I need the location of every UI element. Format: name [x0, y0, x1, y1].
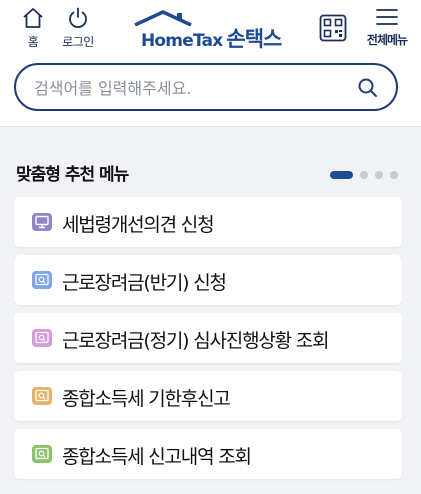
logo-suffix: 손택스 — [226, 27, 282, 51]
menu-card-income-tax-late-filing[interactable]: 종합소득세 기한후신고 — [14, 371, 402, 421]
menu-card-income-tax-history[interactable]: 종합소득세 신고내역 조회 — [14, 429, 402, 479]
search-doc-icon — [32, 271, 52, 289]
qr-code-button[interactable] — [318, 14, 348, 42]
search-bar — [14, 63, 398, 111]
home-label: 홈 — [27, 35, 39, 49]
hometax-logo[interactable]: HomeTax 손택스 — [133, 10, 288, 51]
page-dot[interactable] — [360, 171, 368, 179]
qr-code-icon — [319, 14, 347, 42]
monitor-icon — [32, 213, 52, 231]
page-dot[interactable] — [375, 171, 383, 179]
page-indicator — [330, 171, 398, 179]
login-button[interactable]: 로그인 — [58, 6, 98, 50]
all-menu-button[interactable]: 전체메뉴 — [360, 6, 414, 48]
home-button[interactable]: 홈 — [20, 6, 46, 50]
section-title: 맞춤형 추천 메뉴 — [16, 165, 129, 185]
menu-card-label: 종합소득세 신고내역 조회 — [62, 446, 252, 468]
menu-card-label: 근로장려금(정기) 심사진행상황 조회 — [62, 330, 330, 352]
power-icon — [69, 7, 87, 29]
menu-card-earned-income-regular-status[interactable]: 근로장려금(정기) 심사진행상황 조회 — [14, 313, 402, 363]
recommend-section: 맞춤형 추천 메뉴 세법령개선의견 신청 근로장려금(반기) 신청 근로장려금(… — [0, 126, 421, 494]
search-doc-icon — [32, 387, 52, 405]
search-doc-icon — [32, 329, 52, 347]
menu-card-label: 세법령개선의견 신청 — [62, 214, 215, 236]
all-menu-label: 전체메뉴 — [366, 33, 408, 47]
menu-card-tax-law-suggestion[interactable]: 세법령개선의견 신청 — [14, 197, 402, 247]
menu-card-label: 근로장려금(반기) 신청 — [62, 272, 227, 294]
page-dot-active[interactable] — [330, 171, 353, 179]
page-dot[interactable] — [390, 171, 398, 179]
hamburger-menu-icon — [376, 9, 398, 25]
menu-card-earned-income-semiannual[interactable]: 근로장려금(반기) 신청 — [14, 255, 402, 305]
search-input[interactable] — [34, 75, 334, 101]
logo-text: HomeTax 손택스 — [141, 27, 282, 51]
app-header: 홈 로그인 HomeTax 손택스 전체메뉴 — [0, 0, 421, 60]
menu-card-label: 종합소득세 기한후신고 — [62, 388, 231, 410]
home-icon — [23, 8, 43, 28]
search-doc-icon — [32, 445, 52, 463]
search-icon[interactable] — [356, 76, 380, 100]
login-label: 로그인 — [62, 35, 94, 49]
